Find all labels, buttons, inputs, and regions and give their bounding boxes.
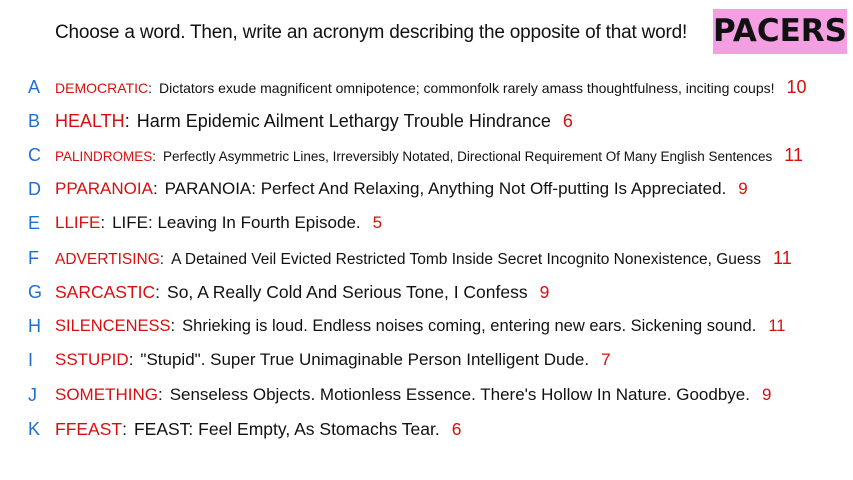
entry-colon: : [128,350,134,369]
entry-word: LLIFE [55,213,101,232]
entry-count: 11 [773,247,792,268]
entry-count: 6 [451,418,462,439]
entry-acronym: Dictators exude magnificent omnipotence;… [158,79,775,96]
entry-letter: D [28,178,41,199]
entry-acronym: "Stupid". Super True Unimaginable Person… [140,350,590,369]
entry-line: DEMOCRATIC: Dictators exude magnificent o… [55,77,807,98]
entry-acronym: So, A Really Cold And Serious Tone, I Co… [167,281,528,302]
entry-colon: : [124,110,130,131]
entry-letter: A [28,76,41,97]
entry-colon: : [155,281,161,302]
entry-count: 5 [372,213,383,232]
entry-colon: : [152,148,157,164]
entry-line: LLIFE: LIFE: Leaving In Fourth Episode. 5 [55,213,382,233]
entry-line: ADVERTISING: A Detained Veil Evicted Rest… [55,248,792,269]
entry-acronym: FEAST: Feel Empty, As Stomachs Tear. [133,418,440,439]
entry-line: SARCASTIC: So, A Really Cold And Serious … [55,282,549,303]
entry-acronym: A Detained Veil Evicted Restricted Tomb … [171,250,762,268]
entry-acronym: Senseless Objects. Motionless Essence. T… [169,385,750,404]
entry-line: SILENCENESS: Shrieking is loud. Endless n… [55,317,785,336]
entry-acronym: PARANOIA: Perfect And Relaxing, Anything… [164,179,727,198]
entry-letter: H [28,315,41,336]
entry-colon: : [170,316,176,335]
entry-letter: K [28,418,41,439]
entry-count: 9 [761,385,772,404]
entry-word: SARCASTIC [55,281,156,302]
entry-colon: : [152,179,158,198]
entry-letter: F [28,247,39,268]
entry-letter: G [28,281,43,302]
entry-count: 9 [738,179,748,198]
entry-colon: : [159,250,165,268]
entry-count: 11 [768,316,786,335]
entry-word: FFEAST [55,418,123,439]
entry-word: PPARANOIA [55,179,153,198]
entry-count: 7 [601,350,611,369]
entry-word: SSTUPID [55,350,129,369]
entry-colon: : [122,418,127,439]
entry-word: SOMETHING [55,385,158,404]
entries-list: A DEMOCRATIC: Dictators exude magnificent… [0,0,853,480]
entry-colon: : [157,385,163,404]
entry-colon: : [148,79,152,96]
entry-line: FFEAST: FEAST: Feel Empty, As Stomachs Te… [55,419,461,440]
entry-count: 6 [562,110,573,131]
entry-letter: E [28,212,41,233]
entry-letter: I [28,349,34,370]
entry-letter: B [28,110,41,131]
entry-word: ADVERTISING [55,250,160,268]
entry-count: 10 [786,76,807,97]
entry-line: PPARANOIA: PARANOIA: Perfect And Relaxing… [55,179,748,199]
entry-count: 9 [539,281,550,302]
entry-count: 11 [784,144,803,165]
entry-word: PALINDROMES [55,148,153,164]
entry-line: PALINDROMES: Perfectly Asymmetric Lines, … [55,145,803,166]
entry-letter: J [28,384,37,405]
entry-acronym: Harm Epidemic Ailment Lethargy Trouble H… [136,110,551,131]
entry-colon: : [100,213,106,232]
entry-word: DEMOCRATIC [55,79,149,96]
entry-acronym: LIFE: Leaving In Fourth Episode. [112,213,361,232]
entry-acronym: Shrieking is loud. Endless noises coming… [182,316,757,335]
entry-word: HEALTH [55,110,125,131]
entry-acronym: Perfectly Asymmetric Lines, Irreversibly… [163,148,773,164]
entry-letter: C [28,144,41,165]
entry-line: SOMETHING: Senseless Objects. Motionless … [55,385,771,405]
entry-word: SILENCENESS [55,316,171,335]
entry-line: HEALTH: Harm Epidemic Ailment Lethargy Tr… [55,111,573,132]
entry-line: SSTUPID: "Stupid". Super True Unimaginabl… [55,350,611,370]
